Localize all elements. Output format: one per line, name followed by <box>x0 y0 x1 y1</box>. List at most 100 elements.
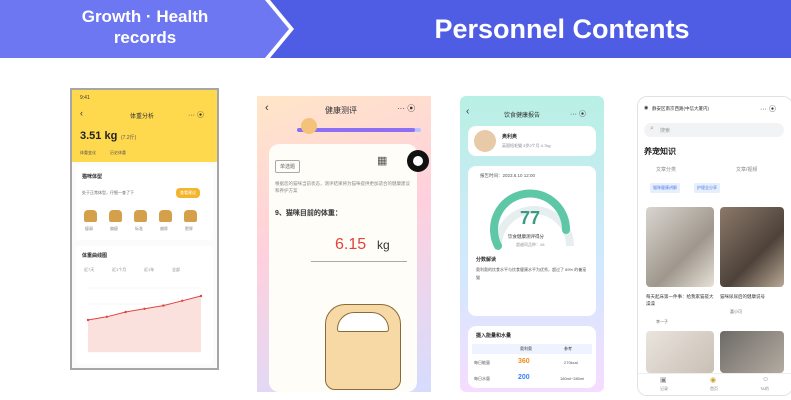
chart-tab[interactable]: 近1个月 <box>112 267 126 273</box>
article-image[interactable] <box>646 207 714 287</box>
phone-diet-report: ‹ 饮食健康报告 ··· ⦿ 奥利奥 英国短毛猫 3岁2个月 4.7kg 报告时… <box>460 96 604 392</box>
menu-icon[interactable]: ··· ⦿ <box>397 103 415 114</box>
search-icon: ⌕ <box>650 125 654 132</box>
profile-icon[interactable]: ☺ <box>762 376 769 383</box>
score-sub: 超越同品种：48 <box>516 242 545 247</box>
article-title[interactable]: 猫咪尿尿后的健康说号 <box>720 293 784 300</box>
chart-point <box>105 315 109 318</box>
tab-weight-history[interactable]: 历史体重 <box>110 150 126 156</box>
analysis-title: 分数解读 <box>476 257 497 263</box>
tab-profile[interactable]: TA的 <box>760 386 769 392</box>
status-bar: 9:41 <box>80 95 90 101</box>
location-pin-icon: ◉ <box>644 105 649 111</box>
chart-tab[interactable]: 全部 <box>172 267 180 273</box>
table-row-ref: 270kcal <box>564 360 578 365</box>
table-row-label: 每日能量 <box>474 360 490 365</box>
weight-line-chart <box>86 287 203 353</box>
header-personnel-contents: Personnel Contents <box>270 0 791 58</box>
record-icon[interactable]: ▣ <box>660 376 667 384</box>
table-header: 奥利奥 <box>520 346 532 351</box>
weight-unit: kg <box>377 238 390 252</box>
question-type-chip: 单选题 <box>275 160 301 173</box>
table-header-row <box>472 344 592 354</box>
tag[interactable]: 猫咪健康讲解 <box>650 183 680 193</box>
cat-icon <box>134 210 147 222</box>
tab-weight-change[interactable]: 体重变化 <box>80 150 96 156</box>
chart-point <box>124 310 127 314</box>
calculator-icon[interactable]: ▦ <box>377 154 387 167</box>
article-title[interactable]: 每天起床第一件事：给我家猫搓大澡澡 <box>646 293 714 307</box>
tab-record[interactable]: 记录 <box>660 386 668 392</box>
tab-home[interactable]: 首页 <box>710 386 718 392</box>
tag[interactable]: 护理全分享 <box>694 183 720 193</box>
header-left-title: Growth · Health records <box>81 7 209 47</box>
article-author: 喜小可 <box>730 309 742 314</box>
chart-point <box>86 318 90 322</box>
article-image[interactable] <box>720 331 784 373</box>
chart-point <box>199 294 203 298</box>
menu-icon[interactable]: ··· ⦿ <box>570 109 586 119</box>
search-placeholder: 搜索 <box>660 128 671 134</box>
header-right-title: Personnel Contents <box>434 14 690 44</box>
cat-icon <box>184 210 197 222</box>
chart-tab[interactable]: 近7天 <box>84 267 94 273</box>
article-image[interactable] <box>720 207 784 287</box>
home-icon[interactable]: ◉ <box>710 376 716 384</box>
location-text[interactable]: 静安区南京西路(中信大厦内) <box>652 106 709 112</box>
score-label: 饮食健康测评得分 <box>508 234 544 239</box>
question-text: 9、猫咪目前的体重： <box>275 210 342 217</box>
pet-info: 英国短毛猫 3岁2个月 4.7kg <box>502 143 551 148</box>
back-icon[interactable]: ‹ <box>466 106 469 117</box>
phone-health-assessment: ‹ 健康测评 ··· ⦿ 单选题 ▦ 根据您的猫咪当前状态，测评结果将为猫咪提供… <box>257 96 431 392</box>
chart-area <box>88 296 201 352</box>
cat-label: 瘦弱 <box>85 226 93 231</box>
weight-note: (7.2斤) <box>121 135 137 141</box>
filter-type[interactable]: 文章/视频 <box>736 166 757 173</box>
analysis-text: 奥利奥的饮食水平与饮食健康水平为优秀，超过了 89% 的養宠猫 <box>476 267 587 280</box>
cat-avatar-icon <box>301 118 317 134</box>
page-title: 体重分析 <box>130 114 155 120</box>
cat-label: 标准 <box>135 226 143 231</box>
score-value: 77 <box>520 208 541 228</box>
back-icon[interactable]: ‹ <box>80 108 83 118</box>
cat-icon <box>159 210 172 222</box>
intake-title: 摄入能量和水量 <box>476 333 512 339</box>
chart-tab[interactable]: 近1年 <box>144 267 154 273</box>
chart-point <box>162 304 165 307</box>
cat-label: 偏胖 <box>160 226 168 231</box>
chart-point <box>180 299 184 302</box>
weight-value[interactable]: 6.15 <box>335 236 366 254</box>
report-time: 报告时间：2023.6.10 12:00 <box>480 173 536 178</box>
current-weight: 3.51 kg <box>80 130 118 142</box>
article-author: 李一子 <box>656 319 668 324</box>
section-title: 养宠知识 <box>644 147 676 156</box>
pet-name: 奥利奥 <box>502 134 518 140</box>
page-title: 健康测评 <box>325 106 357 115</box>
menu-icon[interactable]: ··· ⦿ <box>188 110 204 120</box>
assessment-description: 根据您的猫咪当前状态，测评结果将为猫咪提供更加适合的健康建议和养护方案 <box>275 181 410 193</box>
table-row-value: 200 <box>518 374 530 381</box>
chart-point <box>143 307 146 310</box>
page-title: 饮食健康报告 <box>504 113 541 119</box>
back-icon[interactable]: ‹ <box>265 102 269 114</box>
body-type-title: 猫咪体型 <box>82 174 103 180</box>
table-row-value: 360 <box>518 358 530 365</box>
weight-chart-title: 体重曲线图 <box>82 253 108 259</box>
phone-weight-analysis: 9:41 ‹ 体重分析 ··· ⦿ 3.51 kg (7.2斤) 体重变化 历史… <box>70 88 219 370</box>
cat-label: 偏瘦 <box>110 226 118 231</box>
table-header: 参考 <box>564 346 572 351</box>
cat-icon <box>109 210 122 222</box>
cat-label: 肥胖 <box>185 226 193 231</box>
input-underline <box>311 261 407 262</box>
filter-category[interactable]: 文章分类 <box>656 166 676 173</box>
scale-dial-icon <box>337 312 389 332</box>
article-image[interactable] <box>646 331 714 373</box>
menu-icon[interactable]: ··· ⦿ <box>760 104 776 114</box>
cat-icon <box>84 210 97 222</box>
phone-pet-knowledge: ◉ 静安区南京西路(中信大厦内) ··· ⦿ ⌕ 搜索 养宠知识 文章分类 文章… <box>637 96 791 396</box>
table-row-ref: 180ml~280ml <box>560 376 585 381</box>
header-growth-health: Growth · Health records <box>0 0 289 58</box>
pet-avatar <box>474 130 496 152</box>
view-advice-button[interactable]: 查看建议 <box>176 188 200 198</box>
body-type-hint: 处于正常体型，仔细一查了下 <box>82 190 134 195</box>
